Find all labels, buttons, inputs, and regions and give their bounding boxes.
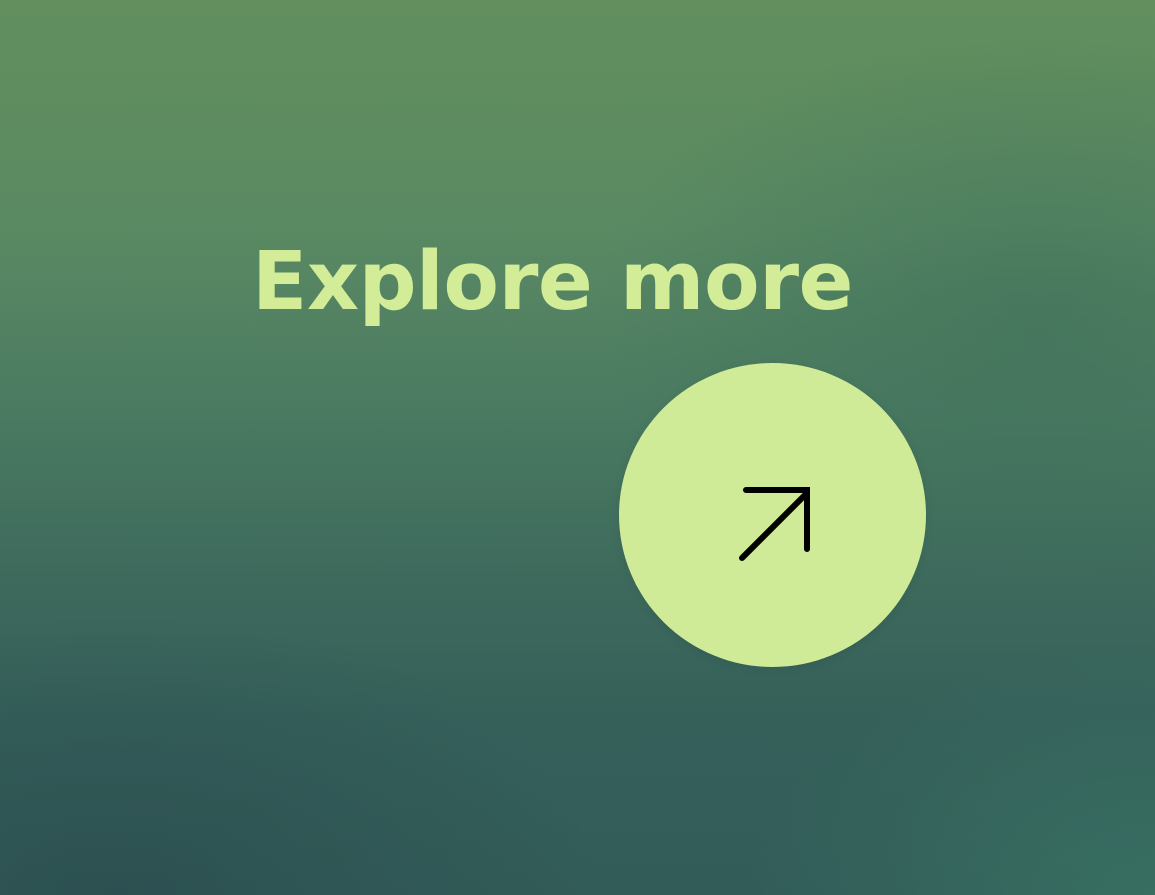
- explore-more-heading: Explore more: [252, 235, 854, 329]
- arrow-up-right-icon: [738, 487, 810, 561]
- explore-more-button[interactable]: [619, 363, 926, 667]
